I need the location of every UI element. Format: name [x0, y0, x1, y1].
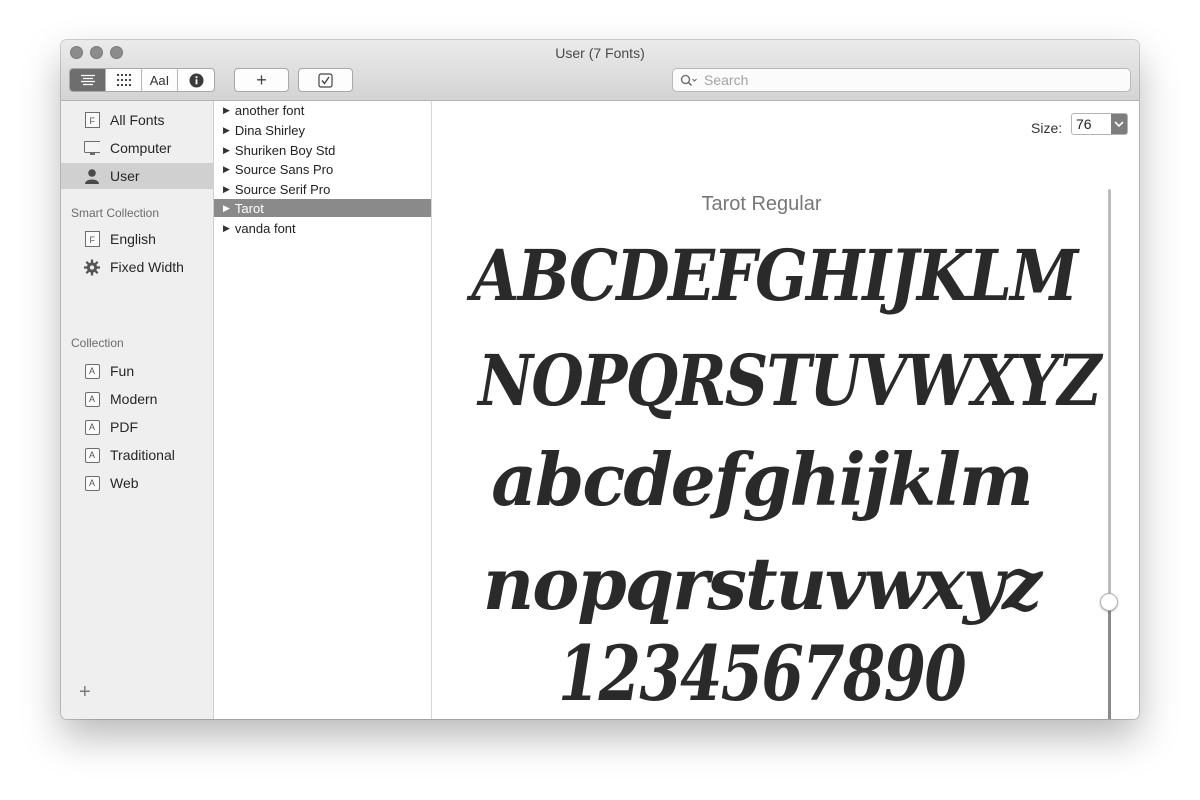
disclosure-triangle-icon[interactable]: ▶ — [223, 184, 230, 195]
sample-digits: 1234567890 — [557, 629, 967, 718]
add-collection-button[interactable]: + — [79, 681, 91, 704]
font-list-item[interactable]: ▶ Source Serif Pro — [214, 180, 431, 198]
sidebar-item-label: Fun — [110, 363, 135, 379]
font-family-name: vanda font — [234, 220, 296, 236]
font-list-item-selected[interactable]: ▶ Tarot — [214, 199, 431, 217]
sidebar-item-label: Modern — [110, 391, 158, 407]
grid-view-button[interactable] — [106, 69, 142, 91]
svg-text:F: F — [89, 235, 95, 245]
sidebar-item-label: Computer — [110, 140, 172, 156]
preview-font-name: Tarot Regular — [701, 193, 822, 215]
disclosure-triangle-icon[interactable]: ▶ — [223, 125, 230, 136]
sidebar-item-label: User — [110, 168, 140, 184]
size-slider-thumb[interactable] — [1100, 592, 1118, 611]
sample-view-button[interactable]: AaI — [142, 69, 178, 91]
info-icon — [189, 73, 203, 87]
size-combo-box[interactable]: 76 — [1071, 113, 1128, 135]
font-list-item[interactable]: ▶ Dina Shirley — [214, 121, 431, 139]
collection-header: Collection — [71, 336, 124, 350]
disclosure-triangle-icon[interactable]: ▶ — [223, 164, 230, 175]
sidebar-item-all-fonts[interactable]: F All Fonts — [61, 107, 213, 133]
size-slider-fill — [1108, 601, 1111, 719]
info-view-button[interactable] — [178, 69, 214, 91]
window-title: User (7 Fonts) — [555, 45, 645, 61]
disclosure-triangle-icon[interactable]: ▶ — [223, 203, 230, 214]
grid-view-icon — [116, 74, 131, 86]
sidebar-item-fun[interactable]: A Fun — [61, 358, 213, 384]
gear-icon — [84, 259, 100, 275]
title-bar: User (7 Fonts) AaI + Search — [61, 40, 1139, 101]
sidebar-item-label: PDF — [110, 419, 138, 435]
font-book-window: User (7 Fonts) AaI + Search F All Fonts … — [61, 40, 1139, 719]
sidebar-item-web[interactable]: A Web — [61, 470, 213, 496]
sidebar-item-pdf[interactable]: A PDF — [61, 414, 213, 440]
computer-icon — [84, 140, 100, 156]
add-font-button[interactable]: + — [234, 68, 289, 92]
font-family-name: Source Serif Pro — [234, 181, 331, 197]
size-dropdown-button[interactable] — [1111, 114, 1127, 134]
size-value[interactable]: 76 — [1072, 114, 1111, 134]
sample-lowercase-2: nopqrstuvwxyz — [482, 541, 1042, 626]
user-icon — [84, 168, 100, 184]
font-list-item[interactable]: ▶ vanda font — [214, 219, 431, 237]
sample-lowercase-1: abcdefghijklm — [491, 437, 1033, 522]
list-view-button[interactable] — [70, 69, 106, 91]
font-list: ▶ another font ▶ Dina Shirley ▶ Shuriken… — [214, 101, 432, 719]
sidebar-item-fixed-width[interactable]: Fixed Width — [61, 254, 213, 280]
collection-icon: A — [84, 475, 100, 491]
sidebar-item-modern[interactable]: A Modern — [61, 386, 213, 412]
disclosure-triangle-icon[interactable]: ▶ — [223, 223, 230, 234]
search-icon — [680, 74, 697, 86]
sample-view-label: AaI — [149, 72, 170, 88]
collection-icon: A — [84, 419, 100, 435]
font-list-item[interactable]: ▶ Shuriken Boy Std — [214, 141, 431, 159]
font-list-item[interactable]: ▶ Source Sans Pro — [214, 160, 431, 178]
sidebar-item-computer[interactable]: Computer — [61, 135, 213, 161]
sidebar-item-english[interactable]: F English — [61, 226, 213, 252]
checkbox-icon — [318, 72, 333, 88]
sidebar-item-traditional[interactable]: A Traditional — [61, 442, 213, 468]
chevron-down-icon — [1114, 121, 1124, 128]
sidebar: F All Fonts Computer User Smart Collecti… — [61, 101, 214, 719]
sidebar-item-label: Traditional — [110, 447, 175, 463]
sidebar-item-label: Web — [110, 475, 139, 491]
font-preview-pane: Size: 76 Tarot Regular ABCDEFGHIJKLM NOP… — [432, 101, 1139, 719]
search-input[interactable] — [704, 72, 1104, 88]
view-mode-control: AaI — [69, 68, 215, 92]
search-field[interactable] — [672, 68, 1131, 92]
add-icon: + — [256, 69, 267, 90]
sidebar-item-label: All Fonts — [110, 112, 165, 128]
sidebar-item-label: English — [110, 231, 156, 247]
sidebar-item-user[interactable]: User — [61, 163, 213, 189]
font-file-icon: F — [84, 231, 100, 247]
size-label: Size: — [1031, 120, 1063, 136]
font-family-name: Source Sans Pro — [234, 161, 334, 177]
font-list-item[interactable]: ▶ another font — [214, 101, 431, 119]
collection-icon: A — [84, 447, 100, 463]
list-view-icon — [80, 74, 95, 86]
font-family-name: Dina Shirley — [234, 122, 306, 138]
sample-uppercase-1: ABCDEFGHIJKLM — [471, 234, 1079, 317]
smart-collection-header: Smart Collection — [71, 206, 160, 220]
svg-text:F: F — [89, 116, 95, 126]
disclosure-triangle-icon[interactable]: ▶ — [223, 105, 230, 116]
disclosure-triangle-icon[interactable]: ▶ — [223, 145, 230, 156]
sample-uppercase-2: NOPQRSTUVWXYZ — [478, 339, 1101, 422]
font-file-icon: F — [84, 112, 100, 128]
font-family-name: Tarot — [234, 200, 264, 216]
collection-icon: A — [84, 391, 100, 407]
font-family-name: Shuriken Boy Std — [234, 142, 336, 158]
sidebar-item-label: Fixed Width — [110, 259, 184, 275]
validate-font-button[interactable] — [298, 68, 353, 92]
font-family-name: another font — [234, 102, 305, 118]
collection-icon: A — [84, 363, 100, 379]
